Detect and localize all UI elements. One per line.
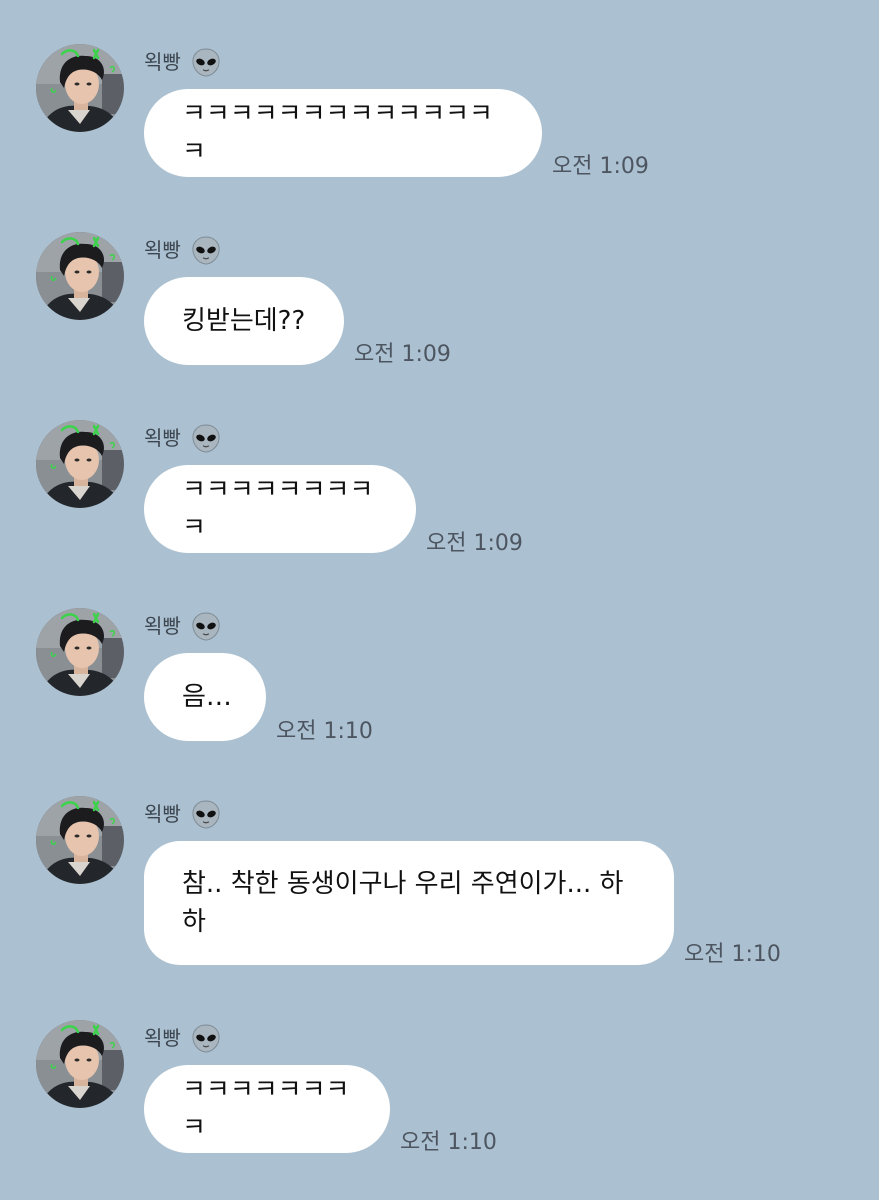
message-timestamp: 오전 1:10 <box>276 719 373 744</box>
message-timestamp: 오전 1:10 <box>684 942 781 967</box>
message-bubble[interactable]: ㅋㅋㅋㅋㅋㅋㅋㅋㅋㅋㅋㅋㅋㅋ <box>144 89 542 177</box>
message-bubble[interactable]: 킹받는데?? <box>144 277 344 365</box>
message-bubble[interactable]: 참.. 착한 동생이구나 우리 주연이가... 하 하 <box>144 841 674 965</box>
message-timestamp: 오전 1:09 <box>354 342 451 367</box>
message-timestamp: 오전 1:09 <box>552 154 649 179</box>
message-timestamp: 오전 1:10 <box>400 1130 497 1155</box>
avatar[interactable] <box>36 232 124 320</box>
message-text: ㅋㅋㅋㅋㅋㅋㅋㅋㅋㅋㅋㅋㅋㅋ <box>182 99 493 167</box>
alien-icon <box>191 423 221 453</box>
message-timestamp: 오전 1:09 <box>426 531 523 556</box>
message-text: 음… <box>182 682 232 712</box>
message-text: 참.. 착한 동생이구나 우리 주연이가... 하 하 <box>182 869 624 937</box>
sender-header: 왹빵 <box>144 611 221 641</box>
sender-header: 왹빵 <box>144 799 221 829</box>
sender-header: 왹빵 <box>144 1023 221 1053</box>
avatar[interactable] <box>36 44 124 132</box>
avatar[interactable] <box>36 1020 124 1108</box>
sender-name: 왹빵 <box>144 802 181 826</box>
alien-icon <box>191 47 221 77</box>
message-bubble[interactable]: 음… <box>144 653 266 741</box>
alien-icon <box>191 235 221 265</box>
message-text: 킹받는데?? <box>182 306 306 336</box>
sender-name: 왹빵 <box>144 1026 181 1050</box>
sender-name: 왹빵 <box>144 426 181 450</box>
message-bubble[interactable]: ㅋㅋㅋㅋㅋㅋㅋㅋㅋ <box>144 465 416 553</box>
sender-name: 왹빵 <box>144 50 181 74</box>
message-bubble[interactable]: ㅋㅋㅋㅋㅋㅋㅋㅋ <box>144 1065 390 1153</box>
alien-icon <box>191 799 221 829</box>
message-text: ㅋㅋㅋㅋㅋㅋㅋㅋ <box>182 1075 350 1143</box>
sender-header: 왹빵 <box>144 423 221 453</box>
message-text: ㅋㅋㅋㅋㅋㅋㅋㅋㅋ <box>182 475 374 543</box>
sender-name: 왹빵 <box>144 238 181 262</box>
avatar[interactable] <box>36 796 124 884</box>
avatar[interactable] <box>36 420 124 508</box>
sender-header: 왹빵 <box>144 47 221 77</box>
alien-icon <box>191 1023 221 1053</box>
avatar[interactable] <box>36 608 124 696</box>
alien-icon <box>191 611 221 641</box>
sender-header: 왹빵 <box>144 235 221 265</box>
sender-name: 왹빵 <box>144 614 181 638</box>
